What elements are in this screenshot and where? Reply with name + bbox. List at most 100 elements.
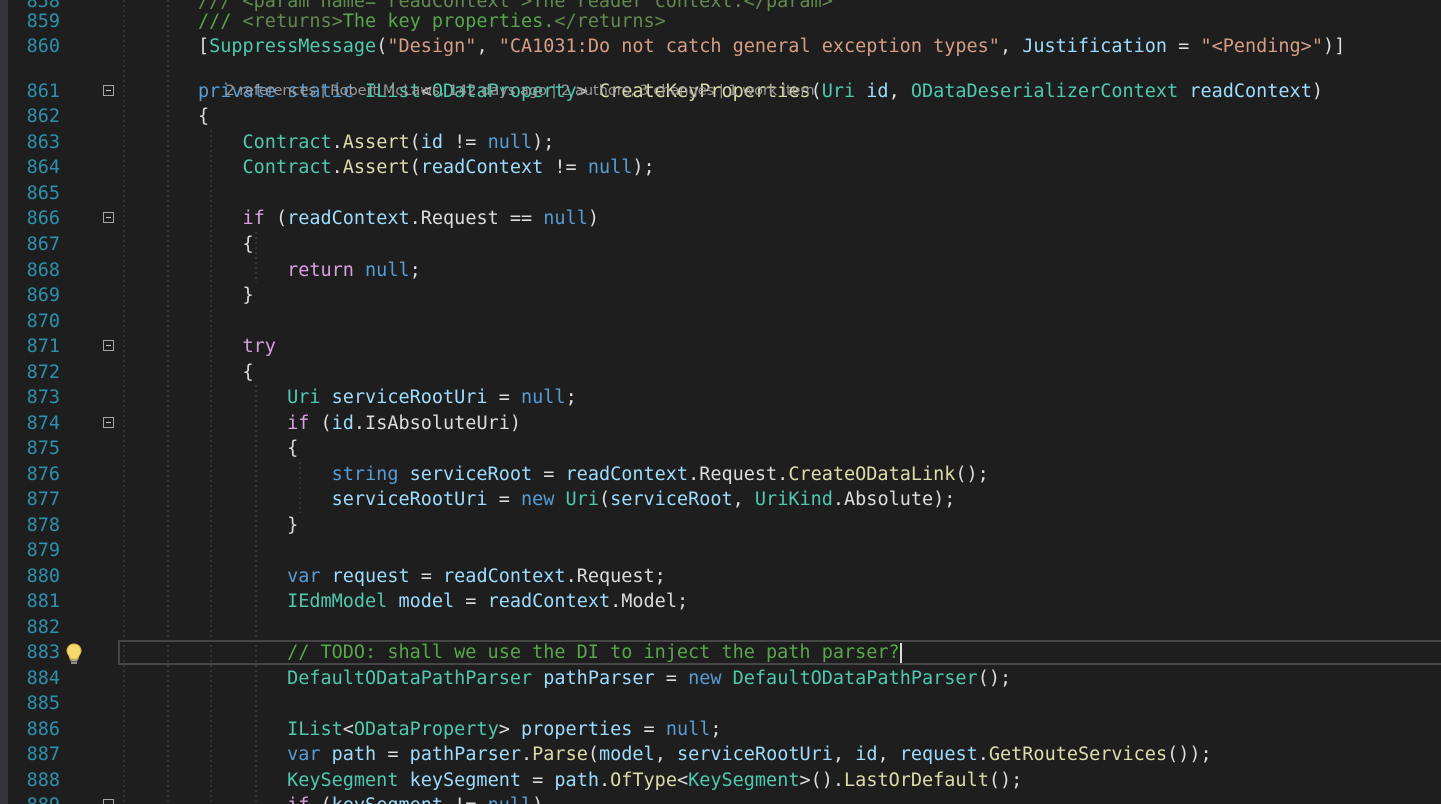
code-line[interactable]: 868 return null; [0, 258, 1441, 284]
code-line[interactable]: 876 string serviceRoot = readContext.Req… [0, 462, 1441, 488]
code-line[interactable]: 875 { [0, 436, 1441, 462]
code-line[interactable]: 879 [0, 538, 1441, 564]
code-line[interactable]: 860 [SuppressMessage("Design", "CA1031:D… [0, 34, 1441, 60]
code-token: = [1167, 36, 1201, 57]
code-token: Uri [287, 387, 321, 408]
code-line[interactable]: 887 var path = pathParser.Parse(model, s… [0, 742, 1441, 768]
code-line[interactable]: 889 if (keySegment != null) [0, 793, 1441, 804]
code-line[interactable]: 878 } [0, 513, 1441, 539]
line-number: 861 [26, 81, 60, 102]
code-token: return [287, 260, 354, 281]
code-token: serviceRoot [610, 489, 733, 510]
code-token: ) [587, 208, 599, 229]
code-token: Assert [342, 132, 410, 153]
line-number: 866 [26, 208, 60, 229]
code-token: = [487, 489, 521, 510]
code-token: if [242, 208, 265, 229]
code-line[interactable]: 867 { [0, 232, 1441, 258]
code-token: Contract [242, 132, 332, 153]
collapse-toggle-icon[interactable] [103, 212, 114, 223]
code-text: IEdmModel model = readContext.Model; [120, 589, 688, 615]
code-token: model [599, 744, 655, 765]
code-line[interactable]: 866 if (readContext.Request == null) [0, 206, 1441, 232]
code-line[interactable]: 873 Uri serviceRootUri = null; [0, 385, 1441, 411]
code-token: Parse [532, 744, 588, 765]
code-token: keySegment [409, 770, 521, 791]
code-token: ); [632, 157, 655, 178]
code-token: <returns> [242, 11, 343, 32]
code-line[interactable]: 874 if (id.IsAbsoluteUri) [0, 411, 1441, 437]
code-line[interactable]: 871 try [0, 334, 1441, 360]
code-lens-changes[interactable]: 2 authors, 3 changes [561, 83, 714, 99]
lightbulb-icon[interactable] [64, 642, 84, 666]
collapse-toggle-icon[interactable] [103, 85, 114, 96]
code-line[interactable]: 869 } [0, 283, 1441, 309]
code-line[interactable]: 863 Contract.Assert(id != null); [0, 130, 1441, 156]
code-token: Uri [821, 81, 856, 102]
code-line[interactable]: 886 IList<ODataProperty> properties = nu… [0, 717, 1441, 743]
code-line[interactable]: 865 [0, 181, 1441, 207]
code-token: , [999, 36, 1023, 57]
code-lens-work-items[interactable]: 1 work item [728, 83, 814, 99]
code-token: > [498, 719, 521, 740]
code-line[interactable]: 884 DefaultODataPathParser pathParser = … [0, 666, 1441, 692]
code-line[interactable]: 883 // TODO: shall we use the DI to inje… [0, 640, 1441, 666]
code-line[interactable]: 877 serviceRootUri = new Uri(serviceRoot… [0, 487, 1441, 513]
code-line[interactable]: 881 IEdmModel model = readContext.Model; [0, 589, 1441, 615]
code-token: ) [1311, 81, 1323, 102]
code-text: { [120, 436, 298, 462]
code-token: < [342, 719, 354, 740]
collapse-toggle-icon[interactable] [103, 340, 114, 351]
code-lens-separator: | [714, 83, 729, 99]
code-token: readContext [565, 464, 689, 485]
code-token: </returns> [554, 11, 666, 32]
code-line[interactable]: 870 [0, 309, 1441, 335]
code-editor[interactable]: 858 /// <param name="readContext">The re… [0, 0, 1441, 804]
code-token: request [899, 744, 978, 765]
code-token: DefaultODataPathParser [287, 668, 533, 689]
code-line[interactable]: 880 var request = readContext.Request; [0, 564, 1441, 590]
line-number: 872 [26, 362, 60, 383]
collapse-toggle-icon[interactable] [103, 799, 114, 804]
code-text: KeySegment keySegment = path.OfType<KeyS… [120, 768, 1022, 794]
code-text: var path = pathParser.Parse(model, servi… [120, 742, 1212, 768]
code-line[interactable]: 872 { [0, 360, 1441, 386]
line-number: 878 [26, 515, 60, 536]
code-lens-references[interactable]: 2 references [225, 83, 316, 99]
code-token: KeySegment [287, 770, 399, 791]
code-lens-author[interactable]: Robert McLaws, 142 days ago [330, 83, 547, 99]
code-line[interactable]: 888 KeySegment keySegment = path.OfType<… [0, 768, 1441, 794]
code-text: string serviceRoot = readContext.Request… [120, 462, 989, 488]
line-number: 889 [8, 793, 60, 804]
line-number: 874 [26, 413, 60, 434]
code-token: serviceRootUri [331, 387, 488, 408]
code-token: . [977, 744, 989, 765]
code-token: serviceRootUri [676, 744, 833, 765]
code-token: = [532, 464, 566, 485]
collapse-toggle-icon[interactable] [103, 417, 114, 428]
code-token: .Absolute); [832, 489, 956, 510]
code-token: KeySegment [688, 770, 800, 791]
code-line[interactable]: 859 /// <returns>The key properties.</re… [0, 9, 1441, 35]
line-number: 886 [26, 719, 60, 740]
code-text: return null; [120, 258, 421, 284]
code-line[interactable]: 882 [0, 615, 1441, 641]
code-line[interactable]: 885 [0, 691, 1441, 717]
line-number: 875 [26, 438, 60, 459]
line-number: 887 [26, 744, 60, 765]
code-token: request [331, 566, 410, 587]
code-token: DefaultODataPathParser [732, 668, 978, 689]
code-line[interactable]: 864 Contract.Assert(readContext != null)… [0, 155, 1441, 181]
line-number: 877 [26, 489, 60, 510]
